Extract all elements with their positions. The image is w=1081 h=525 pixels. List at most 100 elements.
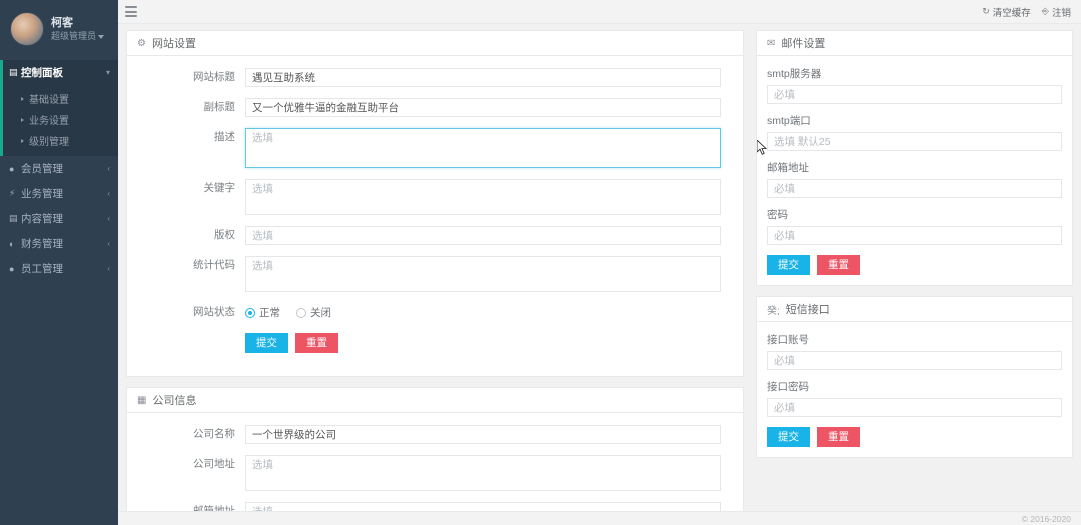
chevron-left-icon[interactable]: ‹ [107, 264, 110, 273]
sidebar-subitem-label: 业务设置 [29, 116, 69, 127]
field-stat-code: 统计代码 [127, 256, 733, 292]
radio-status-closed[interactable]: 关闭 [296, 305, 331, 320]
mail-settings-title: 邮件设置 [781, 38, 826, 50]
hamburger-icon[interactable] [125, 6, 137, 17]
description-textarea[interactable] [245, 128, 721, 168]
site-title-input[interactable] [245, 68, 721, 87]
clear-cache-button[interactable]: ↻ 清空缓存 [982, 5, 1031, 19]
site-settings-submit-button[interactable]: 提交 [245, 333, 288, 353]
topbar-actions: ↻ 清空缓存 ⎆ 注销 [982, 5, 1071, 19]
content-icon: ▤ [9, 213, 18, 223]
field-api-password: 接口密码 [767, 379, 1062, 417]
building-icon: ▦ [137, 394, 147, 406]
field-label: 关键字 [203, 182, 236, 194]
sidebar-link-staff-management[interactable]: ● 员工管理 ‹ [0, 256, 118, 281]
mail-address-input[interactable] [767, 179, 1062, 198]
sidebar-link-content-management[interactable]: ▤ 内容管理 ‹ [0, 206, 118, 231]
radio-dot-icon [245, 307, 255, 318]
smtp-port-input[interactable] [767, 132, 1062, 151]
chevron-right-icon [21, 96, 24, 101]
caret-down-icon[interactable] [98, 34, 105, 39]
site-settings-title: 网站设置 [151, 38, 196, 50]
field-label: 版权 [214, 229, 235, 241]
radio-status-normal[interactable]: 正常 [245, 305, 280, 320]
field-label: 网站标题 [193, 71, 235, 83]
chevron-left-icon[interactable]: ‹ [107, 164, 110, 173]
topbar: ↻ 清空缓存 ⎆ 注销 [118, 0, 1081, 24]
sidebar-item-content-management[interactable]: ▤ 内容管理 ‹ [0, 206, 118, 231]
envelope-icon: ✉ [767, 37, 776, 49]
field-label: 邮箱地址 [193, 505, 235, 511]
sidebar-item-staff-management[interactable]: ● 员工管理 ‹ [0, 256, 118, 281]
stat-code-textarea[interactable] [245, 256, 721, 292]
chevron-left-icon[interactable]: ‹ [107, 214, 110, 223]
sidebar-item-business-settings[interactable]: 业务设置 [0, 109, 118, 130]
field-api-account: 接口账号 [767, 332, 1062, 370]
field-label: 接口密码 [767, 381, 809, 393]
mail-settings-submit-button[interactable]: 提交 [767, 255, 810, 275]
sidebar-link-finance-management[interactable]: ◐ 财务管理 ‹ [0, 231, 118, 256]
comment-icon: 癸; [767, 305, 780, 317]
company-email-input[interactable] [245, 502, 721, 511]
user-profile[interactable]: 柯客 超级管理员 [0, 0, 118, 60]
power-icon: ⎆ [1041, 6, 1049, 16]
sidebar-item-control-panel[interactable]: ▤ 控制面板 ▾ 基础设置 业务设置 级别管理 [0, 60, 118, 156]
chevron-left-icon[interactable]: ‹ [107, 239, 110, 248]
company-info-title: 公司信息 [152, 395, 197, 407]
sidebar-item-label: 财务管理 [21, 238, 63, 250]
sidebar-item-business-management[interactable]: ⚡ 业务管理 ‹ [0, 181, 118, 206]
company-info-panel: ▦ 公司信息 公司名称 公司地址 [126, 387, 744, 511]
field-label: 副标题 [203, 101, 236, 113]
sidebar-item-label: 控制面板 [21, 67, 63, 79]
logout-button[interactable]: ⎆ 注销 [1042, 5, 1071, 19]
mail-settings-panel: ✉ 邮件设置 smtp服务器 smtp端口 邮箱地址 [756, 30, 1073, 286]
field-keywords: 关键字 [127, 179, 733, 215]
mail-settings-header: ✉ 邮件设置 [757, 31, 1072, 56]
mail-settings-body: smtp服务器 smtp端口 邮箱地址 密码 [757, 56, 1072, 285]
right-column: ✉ 邮件设置 smtp服务器 smtp端口 邮箱地址 [750, 24, 1081, 511]
copyright-input[interactable] [245, 226, 721, 245]
sidebar-link-control-panel[interactable]: ▤ 控制面板 ▾ [0, 60, 118, 85]
mail-password-input[interactable] [767, 226, 1062, 245]
mail-settings-actions: 提交 重置 [767, 255, 1062, 275]
refresh-icon: ↻ [982, 6, 990, 16]
field-company-name: 公司名称 [127, 425, 733, 444]
api-account-input[interactable] [767, 351, 1062, 370]
sidebar-item-label: 内容管理 [21, 213, 63, 225]
api-password-input[interactable] [767, 398, 1062, 417]
field-label: 描述 [214, 131, 235, 143]
company-name-input[interactable] [245, 425, 721, 444]
sms-settings-body: 接口账号 接口密码 提交 重置 [757, 322, 1072, 457]
content-area: ⚙ 网站设置 网站标题 副标题 [118, 24, 1081, 511]
sms-settings-submit-button[interactable]: 提交 [767, 427, 810, 447]
sidebar-submenu-control-panel: 基础设置 业务设置 级别管理 [0, 85, 118, 156]
sidebar-link-member-management[interactable]: ● 会员管理 ‹ [0, 156, 118, 181]
radio-label: 正常 [259, 307, 280, 319]
keywords-textarea[interactable] [245, 179, 721, 215]
chevron-down-icon[interactable]: ▾ [106, 68, 110, 77]
sidebar-item-label: 员工管理 [21, 263, 63, 275]
field-label: 公司地址 [193, 458, 235, 470]
sidebar: 柯客 超级管理员 ▤ 控制面板 ▾ 基础设置 业务设置 级别管理 ● 会员管理 … [0, 0, 118, 525]
sidebar-item-member-management[interactable]: ● 会员管理 ‹ [0, 156, 118, 181]
sidebar-subitem-label: 基础设置 [29, 95, 69, 106]
sms-settings-reset-button[interactable]: 重置 [817, 427, 860, 447]
chevron-left-icon[interactable]: ‹ [107, 189, 110, 198]
sidebar-item-finance-management[interactable]: ◐ 财务管理 ‹ [0, 231, 118, 256]
chevron-right-icon [21, 138, 24, 143]
sms-settings-panel: 癸; 短信接口 接口账号 接口密码 提交 重置 [756, 296, 1073, 458]
field-label: smtp服务器 [767, 68, 822, 80]
sidebar-link-business-management[interactable]: ⚡ 业务管理 ‹ [0, 181, 118, 206]
subtitle-input[interactable] [245, 98, 721, 117]
company-address-textarea[interactable] [245, 455, 721, 491]
sidebar-item-basic-settings[interactable]: 基础设置 [0, 88, 118, 109]
site-settings-reset-button[interactable]: 重置 [295, 333, 338, 353]
field-company-email: 邮箱地址 [127, 502, 733, 511]
mail-settings-reset-button[interactable]: 重置 [817, 255, 860, 275]
field-label: 邮箱地址 [767, 162, 809, 174]
sidebar-item-level-management[interactable]: 级别管理 [0, 130, 118, 151]
sidebar-subitem-label: 级别管理 [29, 137, 69, 148]
field-smtp-port: smtp端口 [767, 113, 1062, 151]
avatar [10, 12, 44, 46]
smtp-server-input[interactable] [767, 85, 1062, 104]
